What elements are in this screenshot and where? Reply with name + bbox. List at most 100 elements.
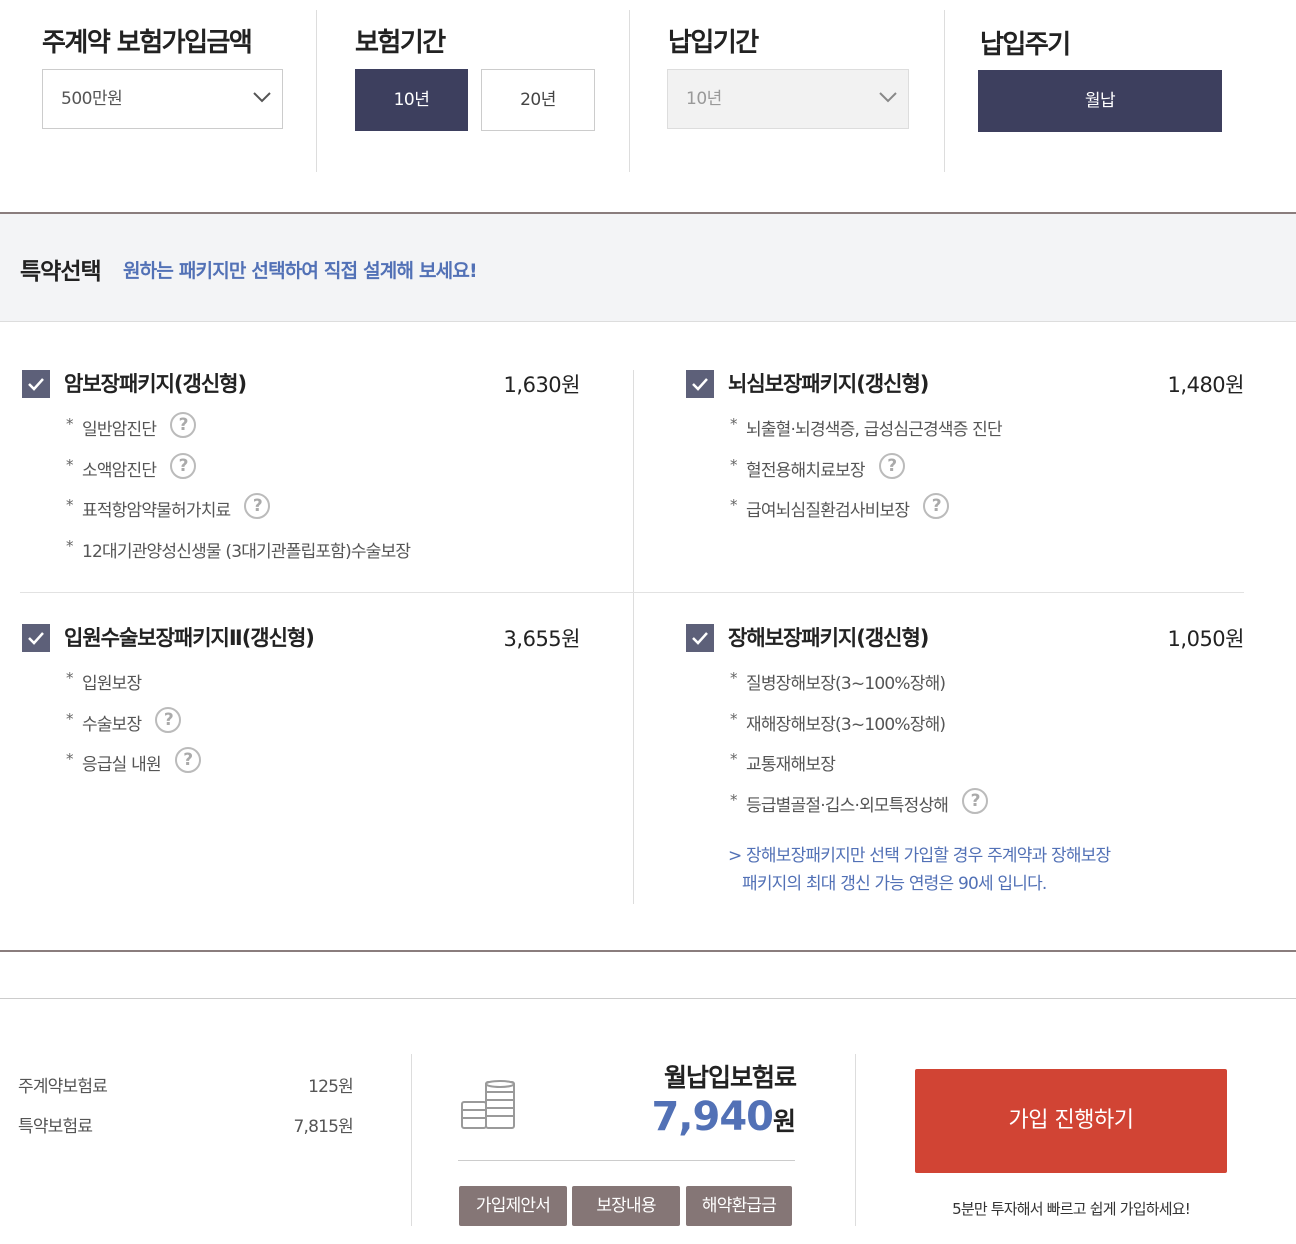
coverage-list: * 질병장해보장(3~100%장해) * 재해장해보장(3~100%장해) * 교통재… <box>730 669 989 832</box>
refund-button[interactable]: 해약환급금 <box>686 1186 792 1226</box>
period-20y-button[interactable]: 20년 <box>481 69 595 131</box>
rider-premium-value: 7,815원 <box>293 1117 353 1137</box>
bullet: * <box>730 709 738 728</box>
coverage-label: 혈전용해치료보장 <box>746 460 866 481</box>
package-cancer: 암보장패키지(갱신형) 1,630원 * 일반암진단? * 소액암진단? * 표적항암… <box>22 370 581 580</box>
coverage-label: 급여뇌심질환검사비보장 <box>746 501 910 521</box>
chevron-down-icon <box>879 92 897 103</box>
divider <box>855 1054 856 1226</box>
package-name: 입원수술보장패키지Ⅱ(갱신형) <box>64 626 315 650</box>
amount-select[interactable]: 500만원 <box>42 69 283 129</box>
coverage-list: * 뇌출혈·뇌경색증, 급성심근경색증 진단 * 혈전용해치료보장? * 급여뇌심질환… <box>730 415 1003 537</box>
help-icon[interactable]: ? <box>878 452 905 479</box>
package-disability: 장해보장패키지(갱신형) 1,050원 * 질병장해보장(3~100%장해) * 재… <box>686 624 1245 904</box>
coverage-label: 뇌출혈·뇌경색증, 급성심근경색증 진단 <box>746 420 1003 440</box>
package-name: 암보장패키지(갱신형) <box>64 372 247 396</box>
help-icon[interactable]: ? <box>962 787 989 814</box>
coverage-item: * 교통재해보장 <box>730 750 988 791</box>
coverage-item: * 응급실 내원? <box>66 747 201 791</box>
amount-title: 주계약 보험가입금액 <box>42 28 253 58</box>
coverage-item: * 급여뇌심질환검사비보장? <box>730 493 1002 537</box>
coverage-item: * 입원보장 <box>66 669 201 710</box>
coverage-list: * 입원보장 * 수술보장? * 응급실 내원? <box>66 669 201 791</box>
coverage-label: 입원보장 <box>82 674 142 694</box>
pay-cycle-monthly-button[interactable]: 월납 <box>978 70 1222 132</box>
divider <box>944 10 945 172</box>
disability-note: > 장해보장패키지만 선택 가입할 경우 주계약과 장해보장 패키지의 최대 갱… <box>728 842 1111 898</box>
row-divider <box>20 592 1244 593</box>
coverage-item: * 일반암진단? <box>66 412 410 456</box>
bullet: * <box>66 536 74 555</box>
coverage-item: * 질병장해보장(3~100%장해) <box>730 669 988 710</box>
section-divider <box>0 950 1296 952</box>
coverage-label: 일반암진단 <box>82 420 157 440</box>
rider-header: 특약선택 원하는 패키지만 선택하여 직접 설계해 보세요! <box>0 214 1296 322</box>
chevron-down-icon <box>253 92 271 103</box>
package-price: 1,630원 <box>503 373 581 397</box>
note-line: > 장해보장패키지만 선택 가입할 경우 주계약과 장해보장 <box>728 846 1111 866</box>
package-hospital-surgery: 입원수술보장패키지Ⅱ(갱신형) 3,655원 * 입원보장 * 수술보장? * 응급실… <box>22 624 581 824</box>
proposal-button[interactable]: 가입제안서 <box>459 1186 567 1226</box>
pay-period-select[interactable]: 10년 <box>667 69 909 129</box>
section-divider <box>0 998 1296 999</box>
pay-period-title: 납입기간 <box>668 28 759 58</box>
package-name: 뇌심보장패키지(갱신형) <box>728 372 929 396</box>
help-icon[interactable]: ? <box>170 412 197 438</box>
coverage-item: * 등급별골절·깁스·외모특정상해? <box>730 787 989 832</box>
coverage-item: * 표적항암약물허가치료? <box>66 493 410 537</box>
package-price: 3,655원 <box>503 627 581 651</box>
package-checkbox[interactable] <box>22 370 50 398</box>
period-10y-button[interactable]: 10년 <box>355 69 468 131</box>
coverage-label: 수술보장 <box>82 714 142 735</box>
coverage-label: 표적항암약물허가치료 <box>82 501 231 521</box>
total-premium-unit: 원 <box>772 1107 796 1136</box>
bullet: * <box>66 455 74 474</box>
help-icon[interactable]: ? <box>923 493 950 519</box>
bullet: * <box>730 669 738 687</box>
coverage-item: * 혈전용해치료보장? <box>730 452 1002 497</box>
option-bar: 주계약 보험가입금액 500만원 보험기간 10년 20년 납입기간 10년 납… <box>0 0 1296 212</box>
coverage-item: * 12대기관양성신생물 (3대기관폴립포함)수술보장 <box>66 536 411 578</box>
package-checkbox[interactable] <box>686 624 714 652</box>
check-icon <box>28 632 44 645</box>
bullet: * <box>730 790 738 809</box>
note-line: 패키지의 최대 갱신 가능 연령은 90세 입니다. <box>742 874 1047 894</box>
package-name: 장해보장패키지(갱신형) <box>728 626 929 650</box>
check-icon <box>692 378 708 391</box>
coverage-label: 등급별골절·깁스·외모특정상해 <box>746 795 949 816</box>
coverage-list: * 일반암진단? * 소액암진단? * 표적항암약물허가치료? * 12대기관양성신생물… <box>66 412 411 578</box>
package-brain-heart: 뇌심보장패키지(갱신형) 1,480원 * 뇌출혈·뇌경색증, 급성심근경색증 진… <box>686 370 1245 580</box>
period-title: 보험기간 <box>355 28 446 58</box>
bullet: * <box>66 750 74 768</box>
coverage-label: 12대기관양성신생물 (3대기관폴립포함)수술보장 <box>82 541 411 562</box>
help-icon[interactable]: ? <box>170 452 197 479</box>
package-price: 1,050원 <box>1167 627 1245 651</box>
join-subtext: 5분만 투자해서 빠르고 쉽게 가입하세요! <box>952 1200 1191 1218</box>
amount-select-value: 500만원 <box>61 89 123 109</box>
rider-title: 특약선택 <box>20 259 102 285</box>
rider-subtitle: 원하는 패키지만 선택하여 직접 설계해 보세요! <box>123 260 478 282</box>
divider <box>411 1054 412 1226</box>
package-checkbox[interactable] <box>686 370 714 398</box>
join-button[interactable]: 가입 진행하기 <box>915 1069 1227 1173</box>
main-premium-label: 주계약보험료 <box>18 1077 108 1097</box>
check-icon <box>28 378 44 391</box>
coverage-item: * 뇌출혈·뇌경색증, 급성심근경색증 진단 <box>730 415 1003 456</box>
help-icon[interactable]: ? <box>155 706 182 733</box>
coins-icon <box>461 1080 515 1129</box>
bullet: * <box>730 496 738 514</box>
package-checkbox[interactable] <box>22 624 50 652</box>
total-premium-label: 월납입보험료 <box>663 1063 797 1092</box>
help-icon[interactable]: ? <box>244 493 271 519</box>
column-divider <box>633 370 634 904</box>
coverage-label: 교통재해보장 <box>746 755 836 775</box>
total-premium: 7,940원 <box>651 1094 796 1140</box>
package-price: 1,480원 <box>1167 373 1245 397</box>
divider <box>458 1160 795 1161</box>
coverage-label: 재해장해보장(3~100%장해) <box>746 714 946 735</box>
divider <box>316 10 317 172</box>
coverage-detail-button[interactable]: 보장내용 <box>572 1186 680 1226</box>
coverage-item: * 수술보장? <box>66 706 201 751</box>
rider-premium-label: 특약보험료 <box>18 1117 93 1137</box>
help-icon[interactable]: ? <box>174 747 201 773</box>
